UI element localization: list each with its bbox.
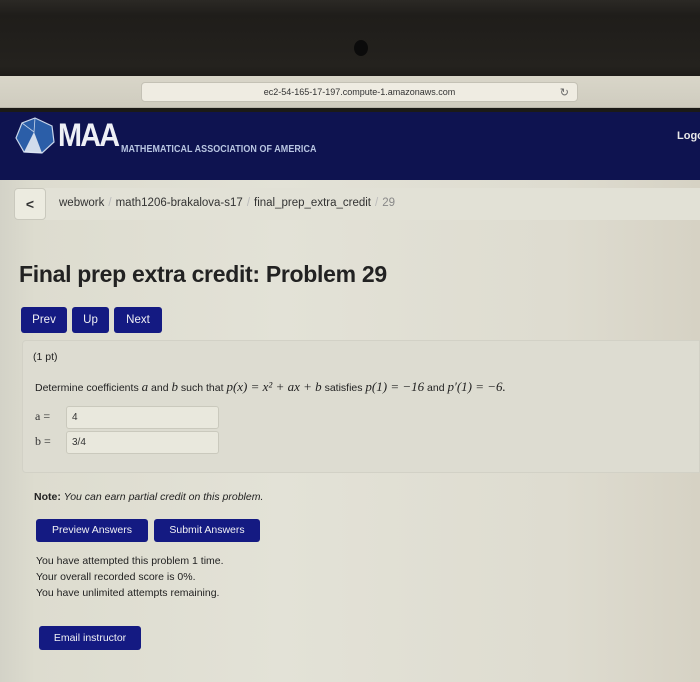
prev-button[interactable]: Prev <box>21 307 67 333</box>
breadcrumb-list: webwork / math1206-brakalova-s17/final_pre… <box>59 197 395 209</box>
url-bar[interactable]: ec2-54-165-17-197.compute-1.amazonaws.co… <box>141 82 578 102</box>
answer-b-input[interactable] <box>66 431 219 454</box>
math-condition-2: p′(1) = −6. <box>447 379 506 394</box>
page-title: Final prep extra credit: Problem 29 <box>19 261 387 287</box>
breadcrumb-separator: / <box>375 197 379 209</box>
math-condition-1: p(1) = −16 <box>365 379 425 394</box>
note-label: Note: <box>34 491 61 503</box>
breadcrumb: < webwork / math1206-brakalova-s17/final_p… <box>14 188 700 220</box>
problem-box: (1 pt) Determine coefficients a and b su… <box>22 340 700 473</box>
preview-answers-button[interactable]: Preview Answers <box>36 519 148 542</box>
answer-a-input[interactable] <box>66 406 219 429</box>
problem-points: (1 pt) <box>33 351 58 363</box>
question-text: satisfies <box>324 382 363 394</box>
breadcrumb-item-webwork[interactable]: webwork <box>59 197 104 209</box>
maa-logo-icon[interactable] <box>14 116 56 156</box>
back-button[interactable]: < <box>14 188 46 220</box>
math-var-b: b <box>171 379 178 394</box>
remaining-text: You have unlimited attempts remaining. <box>36 587 220 599</box>
page-body: < webwork / math1206-brakalova-s17/final_p… <box>0 180 700 682</box>
answer-b-label: b = <box>35 434 51 448</box>
attempt-status: You have attempted this problem 1 time. … <box>36 553 224 601</box>
breadcrumb-separator: / <box>108 197 112 209</box>
problem-question: Determine coefficients a and b such that… <box>35 379 506 395</box>
reload-icon[interactable]: ↻ <box>560 84 569 102</box>
question-text: such that <box>180 382 224 394</box>
next-button[interactable]: Next <box>114 307 162 333</box>
breadcrumb-separator: / <box>246 197 251 209</box>
logout-link[interactable]: Logo <box>677 130 700 142</box>
math-polynomial: p(x) = x² + ax + b <box>226 379 322 394</box>
maa-subtitle: MATHEMATICAL ASSOCIATION OF AMERICA <box>121 143 317 155</box>
math-var-a: a <box>141 379 149 394</box>
question-text: and <box>151 382 169 394</box>
url-text: ec2-54-165-17-197.compute-1.amazonaws.co… <box>263 87 456 97</box>
answer-a-label: a = <box>35 409 51 423</box>
breadcrumb-item-problem: 29 <box>382 197 396 209</box>
note-text: You can earn partial credit on this prob… <box>63 491 264 503</box>
webcam <box>354 40 368 56</box>
score-text: Your overall recorded score is 0%. <box>36 571 196 583</box>
submit-answers-button[interactable]: Submit Answers <box>154 519 260 542</box>
email-instructor-button[interactable]: Email instructor <box>39 626 141 650</box>
attempts-text: You have attempted this problem 1 time. <box>36 555 224 567</box>
question-text: Determine coefficients <box>35 382 139 394</box>
browser-toolbar: ec2-54-165-17-197.compute-1.amazonaws.co… <box>0 76 700 108</box>
partial-credit-note: Note: You can earn partial credit on thi… <box>34 491 263 503</box>
screen-bezel <box>0 0 700 78</box>
maa-logo-text[interactable]: MAA <box>58 117 120 154</box>
up-button[interactable]: Up <box>72 307 109 333</box>
question-text: and <box>427 382 445 394</box>
breadcrumb-item-course[interactable]: math1206-brakalova-s17 <box>116 197 243 209</box>
breadcrumb-item-set[interactable]: final_prep_extra_credit <box>254 197 371 209</box>
